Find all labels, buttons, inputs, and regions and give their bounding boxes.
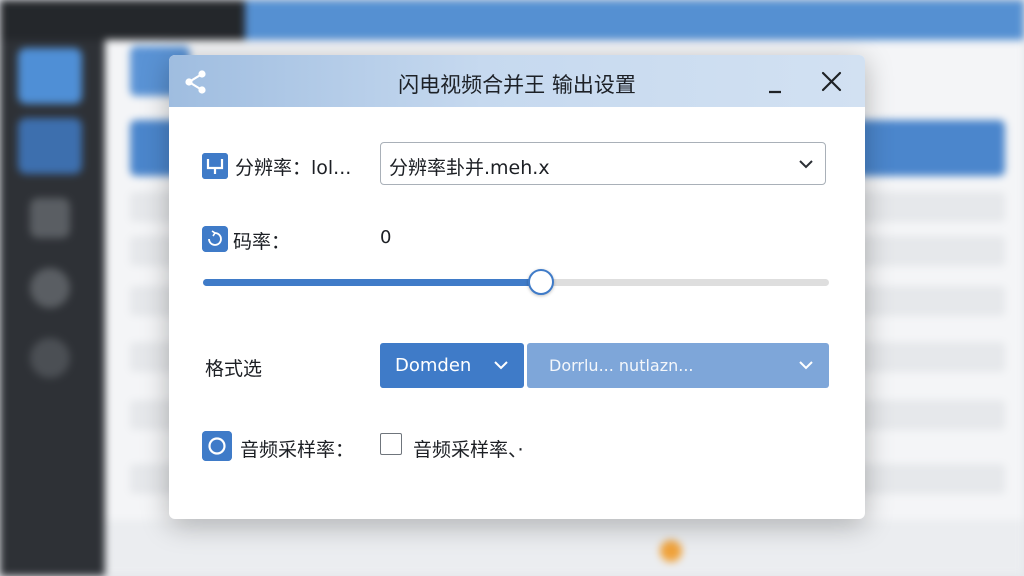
background-dot — [660, 540, 682, 562]
slider-thumb[interactable] — [528, 269, 555, 295]
output-settings-dialog: 闪电视频合并王 输出设置 分辨率：lol... 分辨率卦并.meh.x 码率： … — [169, 55, 865, 519]
resolution-select-value: 分辨率卦并.meh.x — [389, 157, 550, 179]
format-dropdown-secondary-value: Dorrlu... nutlazn... — [549, 356, 694, 375]
audio-sample-rate-label: 音频采样率： — [240, 439, 355, 461]
audio-sample-rate-checkbox[interactable] — [380, 433, 402, 455]
close-icon — [821, 71, 842, 92]
dialog-titlebar: 闪电视频合并王 输出设置 — [169, 55, 865, 107]
bg-nav-3 — [30, 198, 70, 238]
resolution-label: 分辨率：lol... — [235, 157, 352, 179]
format-label: 格式选 — [205, 358, 263, 380]
bitrate-label: 码率： — [233, 231, 291, 253]
bg-nav-1 — [18, 48, 82, 104]
audio-sample-rate-checkbox-label[interactable]: 音频采样率、· — [413, 435, 524, 462]
audio-sample-rate-icon — [202, 431, 232, 461]
background-header — [245, 0, 1024, 40]
format-dropdown-primary-value: Domden — [395, 355, 472, 376]
minimize-button[interactable] — [759, 65, 793, 99]
bitrate-value: 0 — [380, 227, 392, 248]
chevron-down-icon — [494, 361, 508, 370]
close-button[interactable] — [815, 65, 849, 99]
chevron-down-icon — [799, 361, 813, 370]
background-topstrip — [0, 0, 245, 40]
format-dropdown-primary[interactable]: Domden — [380, 343, 524, 388]
chevron-down-icon — [799, 160, 813, 169]
bg-nav-2 — [18, 118, 82, 174]
format-dropdown-secondary[interactable]: Dorrlu... nutlazn... — [527, 343, 829, 388]
bg-nav-5 — [30, 338, 70, 378]
bg-nav-4 — [30, 268, 70, 308]
background-bottom — [105, 520, 1024, 576]
slider-fill — [203, 279, 542, 286]
resolution-icon — [202, 153, 228, 179]
resolution-select[interactable]: 分辨率卦并.meh.x — [380, 142, 826, 185]
background-sidebar — [0, 0, 105, 576]
bitrate-icon — [202, 226, 228, 252]
bitrate-slider[interactable] — [203, 269, 829, 297]
